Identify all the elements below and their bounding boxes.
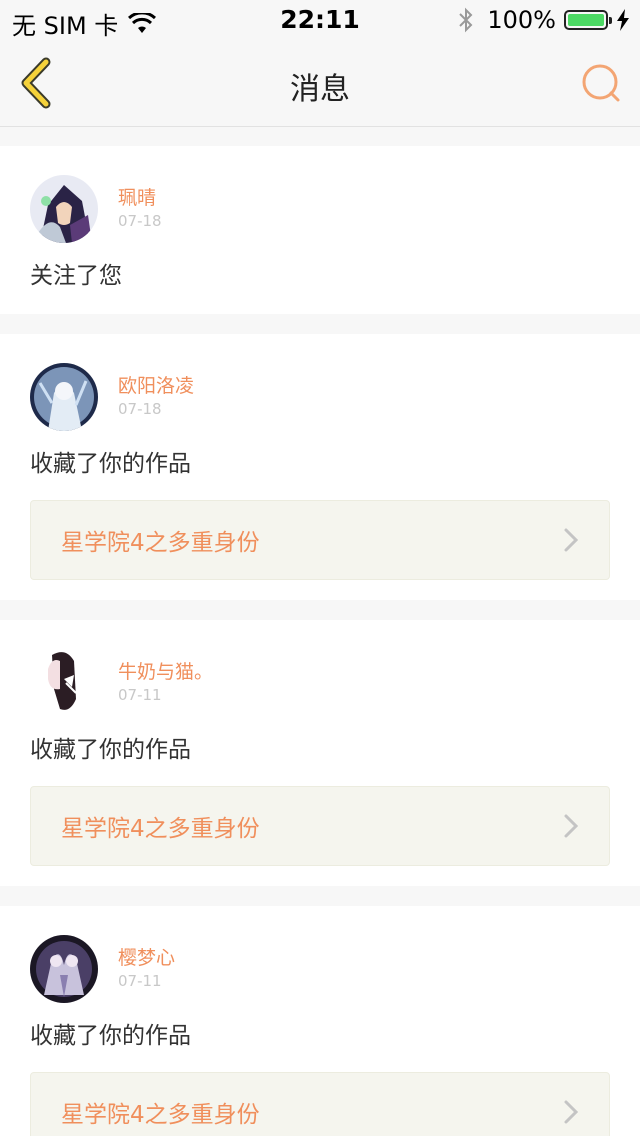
status-bar: 无 SIM 卡 22:11 100% <box>0 0 640 40</box>
work-link[interactable]: 星学院4之多重身份 <box>30 1072 610 1136</box>
page-title: 消息 <box>290 72 350 107</box>
user-meta: 珮晴 07-18 <box>118 186 162 232</box>
status-right: 100% <box>457 6 630 34</box>
avatar[interactable] <box>30 649 98 717</box>
user-name[interactable]: 牛奶与猫。 <box>118 660 213 684</box>
user-name[interactable]: 欧阳洛凌 <box>118 374 194 398</box>
message-text: 收藏了你的作品 <box>30 451 191 477</box>
chevron-right-icon <box>564 528 579 552</box>
avatar[interactable] <box>30 363 98 431</box>
message-text: 收藏了你的作品 <box>30 737 191 763</box>
screen: 无 SIM 卡 22:11 100% 消息 珮晴 07-18 关注了您 欧阳洛凌… <box>0 0 640 1136</box>
charging-icon <box>617 9 629 31</box>
message-text: 关注了您 <box>30 263 122 289</box>
bluetooth-icon <box>459 7 473 33</box>
work-link[interactable]: 星学院4之多重身份 <box>30 500 610 580</box>
work-title: 星学院4之多重身份 <box>61 530 260 556</box>
message-time: 07-11 <box>118 972 162 990</box>
work-title: 星学院4之多重身份 <box>61 1102 260 1128</box>
user-meta: 樱梦心 07-11 <box>118 946 175 992</box>
nav-bar: 消息 <box>0 40 640 127</box>
message-time: 07-18 <box>118 212 162 230</box>
user-meta: 牛奶与猫。 07-11 <box>118 660 213 706</box>
battery-tip <box>609 17 612 24</box>
battery-percent: 100% <box>487 6 556 34</box>
work-title: 星学院4之多重身份 <box>61 816 260 842</box>
avatar-image <box>30 935 98 1003</box>
message-header: 欧阳洛凌 07-18 <box>30 362 610 432</box>
message-header: 樱梦心 07-11 <box>30 934 610 1004</box>
avatar[interactable] <box>30 175 98 243</box>
avatar-image <box>30 649 98 717</box>
message-time: 07-11 <box>118 686 162 704</box>
chevron-right-icon <box>564 1100 579 1124</box>
search-icon[interactable] <box>580 62 624 106</box>
message-card[interactable]: 牛奶与猫。 07-11 收藏了你的作品 星学院4之多重身份 <box>0 620 640 886</box>
battery-fill <box>568 14 604 26</box>
message-time: 07-18 <box>118 400 162 418</box>
user-name[interactable]: 樱梦心 <box>118 946 175 970</box>
message-card[interactable]: 珮晴 07-18 关注了您 <box>0 146 640 314</box>
message-card[interactable]: 欧阳洛凌 07-18 收藏了你的作品 星学院4之多重身份 <box>0 334 640 600</box>
user-meta: 欧阳洛凌 07-18 <box>118 374 194 420</box>
message-card[interactable]: 樱梦心 07-11 收藏了你的作品 星学院4之多重身份 <box>0 906 640 1136</box>
message-header: 牛奶与猫。 07-11 <box>30 648 610 718</box>
avatar[interactable] <box>30 935 98 1003</box>
work-link[interactable]: 星学院4之多重身份 <box>30 786 610 866</box>
message-list: 珮晴 07-18 关注了您 欧阳洛凌 07-18 收藏了你的作品 星学院4之多重… <box>0 146 640 1136</box>
battery-icon <box>564 10 612 30</box>
chevron-right-icon <box>564 814 579 838</box>
avatar-image <box>30 175 98 243</box>
message-text: 收藏了你的作品 <box>30 1023 191 1049</box>
message-header: 珮晴 07-18 <box>30 174 610 244</box>
user-name[interactable]: 珮晴 <box>118 186 162 210</box>
avatar-image <box>30 363 98 431</box>
